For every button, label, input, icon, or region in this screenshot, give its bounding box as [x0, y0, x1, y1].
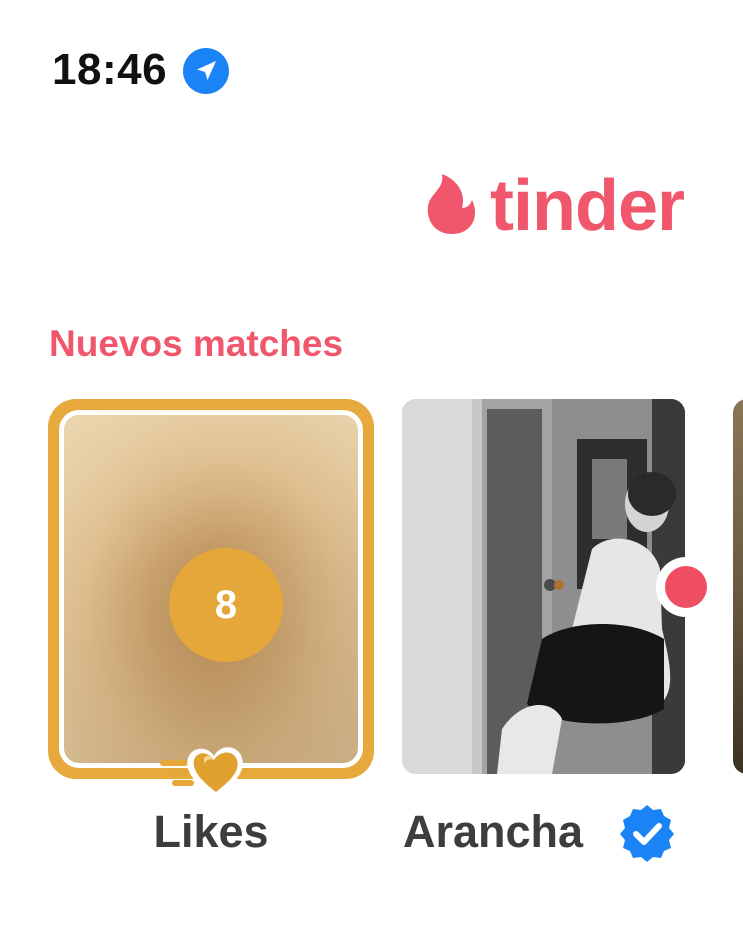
location-arrow-icon	[183, 48, 229, 94]
new-match-indicator	[656, 557, 716, 617]
status-time: 18:46	[52, 45, 168, 94]
likes-tile[interactable]: 8	[48, 399, 374, 779]
likes-blurred-preview: 8	[59, 410, 363, 768]
match-card-photo[interactable]	[402, 399, 685, 774]
new-matches-title: Nuevos matches	[49, 323, 344, 364]
match-name: Arancha	[403, 806, 584, 857]
likes-count-badge: 8	[169, 548, 283, 662]
verified-badge-icon	[620, 805, 674, 862]
match-photo	[402, 399, 685, 774]
gold-heart-icon	[160, 747, 243, 798]
next-match-card-partial[interactable]	[733, 399, 743, 774]
likes-label: Likes	[153, 806, 269, 857]
tinder-wordmark: tinder	[490, 166, 685, 246]
tinder-flame-icon	[427, 174, 476, 234]
